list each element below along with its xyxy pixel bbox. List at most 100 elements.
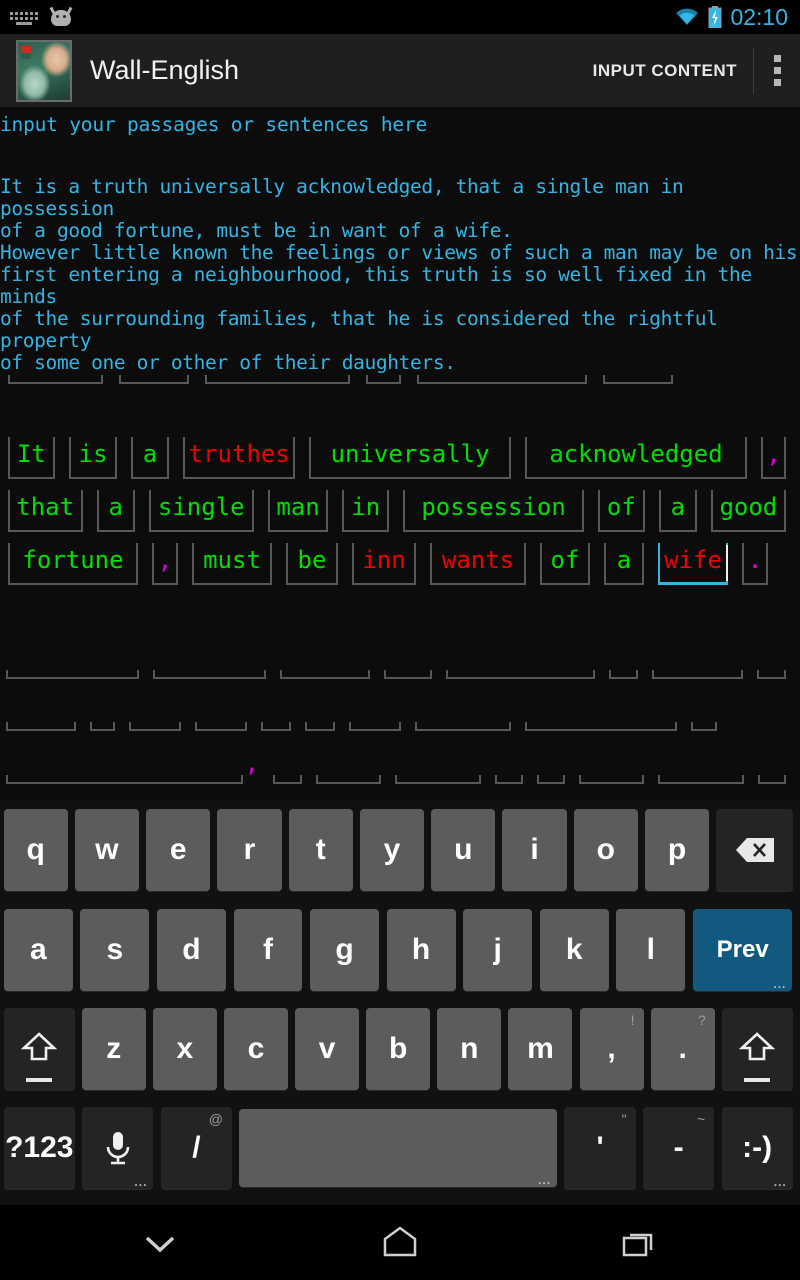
word-slot-empty[interactable]	[366, 375, 401, 384]
key-shift[interactable]	[3, 1007, 75, 1090]
word-slot-empty[interactable]	[315, 775, 381, 784]
word-slot-empty[interactable]	[603, 375, 673, 384]
word-slot-empty[interactable]	[305, 722, 335, 731]
word-slot-filled[interactable]: .	[742, 543, 768, 585]
key-x[interactable]: x	[152, 1007, 217, 1090]
word-slot-filled[interactable]: that	[7, 490, 83, 532]
word-slot-filled[interactable]: ,	[761, 437, 787, 479]
word-slot-filled[interactable]: a	[604, 543, 644, 585]
key-emoji[interactable]: :-)...	[721, 1106, 793, 1189]
word-slot-empty[interactable]	[90, 722, 115, 731]
home-button[interactable]	[355, 1213, 445, 1273]
word-slot-empty[interactable]	[205, 375, 350, 384]
word-slot-filled[interactable]: truthes	[183, 437, 296, 479]
key-d[interactable]: d	[156, 908, 226, 991]
key-mic[interactable]: ...	[82, 1106, 154, 1189]
word-slot-filled[interactable]: is	[69, 437, 117, 479]
word-slot-filled[interactable]: wants	[430, 543, 526, 585]
empty-slot-row[interactable]: ,	[0, 749, 800, 784]
word-slot-filled[interactable]: possession	[403, 490, 584, 532]
word-slot-filled[interactable]: must	[192, 543, 272, 585]
word-slot-empty[interactable]	[119, 375, 189, 384]
key-f[interactable]: f	[233, 908, 303, 991]
word-slot-empty[interactable]	[494, 775, 523, 784]
word-slot-filled[interactable]: fortune	[8, 543, 138, 585]
word-slot-empty[interactable]	[608, 670, 639, 679]
key-h[interactable]: h	[386, 908, 456, 991]
word-slot-empty[interactable]	[5, 775, 243, 784]
word-slot-filled[interactable]: a	[96, 490, 135, 532]
word-slot-empty[interactable]	[349, 722, 401, 731]
word-slot-filled[interactable]: be	[286, 543, 338, 585]
soft-keyboard[interactable]: qwertyuiop a s d f g h j k l Prev... z x c v b n m,!.? …	[0, 800, 800, 1205]
word-slot-empty[interactable]	[415, 722, 511, 731]
word-slot-empty[interactable]	[195, 722, 247, 731]
key-j[interactable]: j	[463, 908, 533, 991]
key-slash[interactable]: / @	[160, 1106, 232, 1189]
word-slot-empty[interactable]	[261, 722, 291, 731]
key-g[interactable]: g	[310, 908, 379, 991]
word-slot-empty[interactable]	[153, 670, 267, 679]
word-slot-filled[interactable]: a	[130, 437, 170, 479]
hide-keyboard-button[interactable]	[115, 1213, 205, 1273]
key-apostrophe[interactable]: ' "	[564, 1106, 636, 1189]
word-slot-empty[interactable]	[757, 775, 786, 784]
key-c[interactable]: c	[224, 1007, 288, 1090]
word-slot-filled[interactable]: single	[148, 490, 254, 532]
input-content-button[interactable]: INPUT CONTENT	[593, 61, 753, 81]
key-m[interactable]: m	[508, 1007, 573, 1090]
word-slot-filled[interactable]: man	[267, 490, 329, 532]
key-o[interactable]: o	[573, 809, 638, 891]
key-comma[interactable]: ,!	[579, 1007, 644, 1090]
word-slot-filled[interactable]: inn	[352, 543, 416, 585]
word-slot-empty[interactable]	[578, 775, 645, 784]
word-slot-empty[interactable]	[129, 722, 181, 731]
key-i[interactable]: i	[502, 809, 567, 891]
word-slot-filled[interactable]: a	[658, 490, 697, 532]
avatar[interactable]	[16, 39, 72, 102]
word-slot-empty[interactable]	[445, 670, 595, 679]
key-dash[interactable]: - ~	[642, 1106, 715, 1189]
key-space[interactable]: ...	[239, 1108, 558, 1187]
key-backspace[interactable]	[716, 809, 793, 891]
answer-row[interactable]: It is a truthes universally acknowledged,	[0, 433, 800, 479]
key-t[interactable]: t	[288, 809, 353, 891]
word-slot-filled[interactable]: good	[710, 490, 787, 532]
word-slot-empty[interactable]	[417, 375, 587, 384]
key-p[interactable]: p	[644, 809, 710, 891]
word-slot-empty[interactable]	[756, 670, 787, 679]
key-q[interactable]: q	[3, 809, 68, 891]
empty-slot-row[interactable]	[0, 668, 800, 679]
word-slot-empty[interactable]	[658, 775, 744, 784]
key-e[interactable]: e	[146, 809, 211, 891]
word-slot-empty[interactable]	[394, 775, 481, 784]
word-slot-empty[interactable]	[273, 775, 302, 784]
key-w[interactable]: w	[74, 809, 139, 891]
key-s[interactable]: s	[80, 908, 150, 991]
word-slot-filled[interactable]: It	[7, 437, 56, 479]
key-r[interactable]: r	[217, 809, 282, 891]
word-slot-empty[interactable]	[691, 722, 717, 731]
overflow-menu-button[interactable]	[754, 34, 800, 108]
key-z[interactable]: z	[81, 1007, 146, 1090]
word-slot-filled[interactable]: of	[540, 543, 590, 585]
answer-row[interactable]: fortune, must be inn wants of a wife.	[0, 539, 800, 585]
word-slot-empty[interactable]	[652, 670, 743, 679]
answer-row[interactable]: that a single man in possession of a good	[0, 486, 800, 532]
word-slot-empty[interactable]	[280, 670, 371, 679]
word-slot-empty[interactable]	[6, 722, 76, 731]
key-b[interactable]: b	[366, 1007, 431, 1090]
word-slot-active[interactable]: wife	[658, 543, 728, 585]
recents-button[interactable]	[595, 1213, 685, 1273]
word-slot-empty[interactable]	[5, 670, 140, 679]
word-slot-filled[interactable]: acknowledged	[524, 437, 748, 479]
key-y[interactable]: y	[359, 809, 425, 891]
word-slot-empty[interactable]	[536, 775, 565, 784]
key-n[interactable]: n	[437, 1007, 502, 1090]
word-slot-filled[interactable]: ,	[152, 543, 178, 585]
empty-slot-row[interactable]	[0, 720, 800, 731]
word-slot-empty[interactable]	[8, 375, 103, 384]
key-v[interactable]: v	[295, 1007, 360, 1090]
key-l[interactable]: l	[616, 908, 686, 991]
key-prev[interactable]: Prev...	[692, 908, 793, 991]
